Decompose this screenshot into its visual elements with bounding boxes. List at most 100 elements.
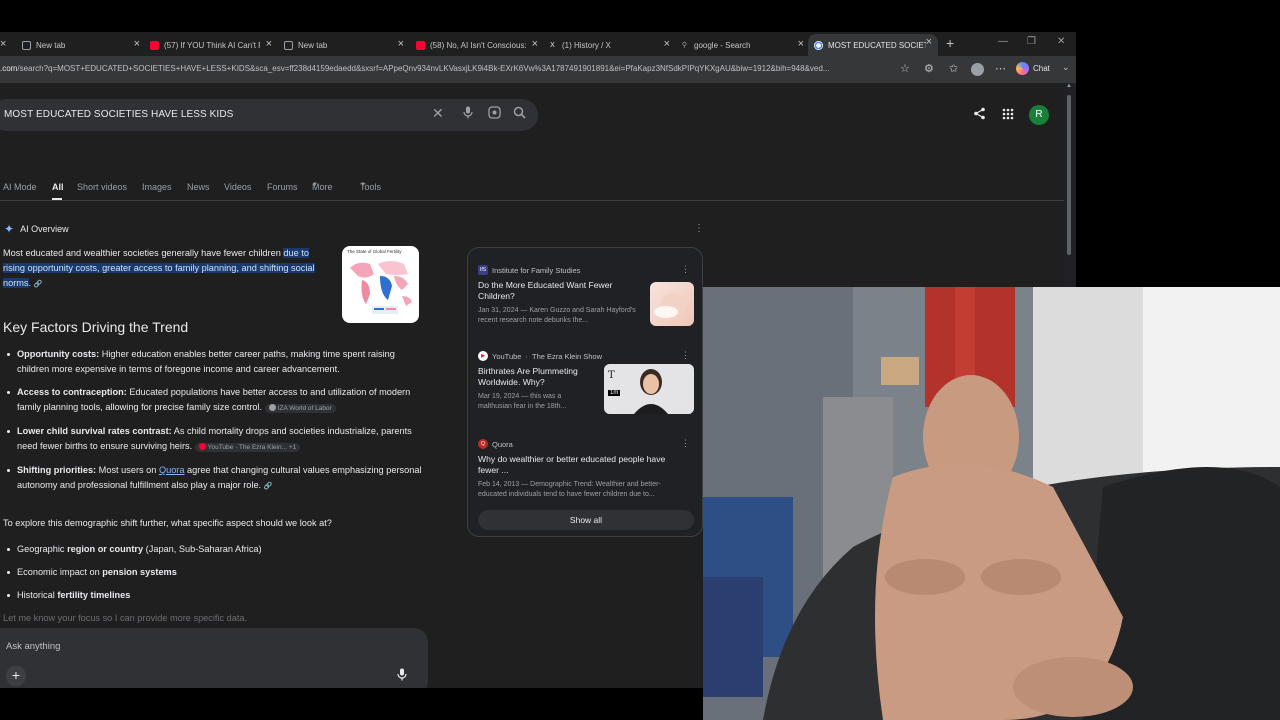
- youtube-icon: [150, 40, 159, 50]
- tab-all[interactable]: All: [52, 182, 64, 192]
- baby-photo-thumbnail: [650, 282, 694, 326]
- search-input[interactable]: MOST EDUCATED SOCIETIES HAVE LESS KIDS ✕: [0, 99, 538, 131]
- tab-close-icon[interactable]: ×: [398, 38, 404, 50]
- tab-ai-mode[interactable]: AI Mode: [3, 182, 37, 192]
- item-bold: region or country: [67, 544, 144, 554]
- x-logo-icon: X: [550, 41, 555, 49]
- tab-forums[interactable]: Forums: [267, 182, 298, 192]
- bullet-bold: Access to contraception:: [17, 387, 127, 397]
- ai-overview-header: ✦ AI Overview: [4, 222, 69, 236]
- microphone-icon[interactable]: [463, 106, 473, 122]
- sparkle-icon: ✦: [4, 222, 15, 236]
- faded-followup-text: Let me know your focus so I can provide …: [3, 613, 248, 623]
- scroll-up-icon[interactable]: ▲: [1066, 83, 1072, 89]
- more-options-icon[interactable]: ⋮: [694, 223, 704, 234]
- ai-overview-intro: Most educated and wealthier societies ge…: [3, 246, 328, 292]
- tab-short-videos[interactable]: Short videos: [77, 182, 127, 192]
- tab-active-search[interactable]: MOST EDUCATED SOCIETIE ×: [808, 34, 938, 56]
- youtube-icon: ▶: [478, 351, 488, 361]
- bullet-text: Most users on: [96, 465, 159, 475]
- ask-anything-input[interactable]: Ask anything +: [0, 628, 428, 688]
- tab-close-icon[interactable]: ×: [532, 38, 538, 50]
- list-item: Access to contraception: Educated popula…: [3, 385, 423, 416]
- tab-close-icon[interactable]: ×: [798, 38, 804, 50]
- source-card[interactable]: Q Quora ⋮ Why do wealthier or better educ…: [478, 438, 694, 502]
- tab-new-tab-1[interactable]: × New tab ×: [0, 36, 140, 54]
- more-options-icon[interactable]: ⋮: [681, 264, 690, 275]
- tab-close-icon[interactable]: ×: [134, 38, 140, 50]
- share-icon[interactable]: [973, 107, 986, 123]
- bullet-bold: Opportunity costs:: [17, 349, 100, 359]
- search-icon[interactable]: [513, 106, 526, 122]
- search-query-text: MOST EDUCATED SOCIETIES HAVE LESS KIDS: [4, 109, 234, 120]
- list-item: Economic impact on pension systems: [3, 565, 423, 580]
- key-factors-heading: Key Factors Driving the Trend: [3, 319, 189, 335]
- tab-close-icon[interactable]: ×: [664, 38, 670, 50]
- bullet-bold: Shifting priorities:: [17, 465, 97, 475]
- source-chip[interactable]: IZA World of Labor: [264, 404, 336, 413]
- link-icon[interactable]: 🔗: [264, 483, 273, 490]
- separator: ·: [525, 351, 528, 361]
- intro-period: .: [28, 278, 32, 288]
- avatar[interactable]: R: [1029, 105, 1049, 125]
- source-site: ▶ YouTube · The Ezra Klein Show: [478, 350, 694, 362]
- source-title: Why do wealthier or better educated peop…: [478, 454, 666, 475]
- chevron-down-icon[interactable]: ⌄: [1062, 62, 1070, 73]
- tab-close-icon[interactable]: ×: [0, 38, 6, 50]
- chat-button[interactable]: Chat: [1016, 62, 1050, 75]
- source-title: Do the More Educated Want Fewer Children…: [478, 280, 613, 301]
- scroll-thumb[interactable]: [1067, 95, 1071, 255]
- address-bar[interactable]: .com/search?q=MOST+EDUCATED+SOCIETIES+HA…: [0, 59, 920, 79]
- tab-youtube-1[interactable]: (57) If YOU Think AI Can't R ×: [150, 36, 272, 54]
- close-window-icon[interactable]: ✕: [1057, 36, 1065, 47]
- tab-videos[interactable]: Videos: [224, 182, 251, 192]
- maximize-icon[interactable]: ❐: [1027, 36, 1036, 47]
- tab-youtube-2[interactable]: (58) No, AI Isn't Conscious: F ×: [416, 36, 538, 54]
- minimize-icon[interactable]: —: [998, 36, 1008, 47]
- chat-label: Chat: [1033, 64, 1050, 73]
- tab-bar: × New tab × (57) If YOU Think AI Can't R…: [0, 32, 1076, 56]
- explore-options-list: Geographic region or country (Japan, Sub…: [3, 542, 423, 611]
- more-options-icon[interactable]: ⋮: [681, 350, 690, 361]
- tab-new-tab-2[interactable]: New tab ×: [284, 36, 404, 54]
- microphone-icon[interactable]: [397, 668, 407, 684]
- add-attachment-button[interactable]: +: [6, 666, 26, 686]
- lens-camera-icon[interactable]: [488, 106, 501, 122]
- source-card[interactable]: ▶ YouTube · The Ezra Klein Show ⋮ Birthrate…: [478, 350, 694, 430]
- apps-grid-icon[interactable]: [1002, 107, 1014, 123]
- key-factors-list: Opportunity costs: Higher education enab…: [3, 347, 423, 502]
- more-options-icon[interactable]: ⋮: [681, 438, 690, 449]
- tab-title: google - Search: [694, 40, 751, 50]
- source-chip[interactable]: YouTube · The Ezra Klein... +1: [194, 443, 301, 452]
- source-card[interactable]: IfS Institute for Family Studies ⋮ Do the…: [478, 264, 694, 344]
- intro-text: Most educated and wealthier societies ge…: [3, 248, 284, 258]
- quora-link[interactable]: Quora: [159, 465, 185, 475]
- tab-news[interactable]: News: [187, 182, 210, 192]
- more-menu-icon[interactable]: ⋯: [995, 62, 1006, 75]
- iza-icon: [268, 404, 276, 411]
- item-bold: fertility timelines: [57, 590, 131, 600]
- svg-text:T: T: [608, 370, 615, 381]
- source-site: Q Quora: [478, 438, 694, 450]
- tab-title: (1) History / X: [562, 40, 611, 50]
- ai-overview-title: AI Overview: [20, 224, 69, 234]
- show-all-button[interactable]: Show all: [478, 510, 694, 530]
- caret-down-icon: ▼: [312, 182, 318, 188]
- favorites-icon[interactable]: ✩: [949, 62, 958, 75]
- youtube-icon: [198, 443, 206, 450]
- tab-google-search[interactable]: ⚲ google - Search ×: [680, 36, 804, 54]
- tab-close-icon[interactable]: ×: [926, 36, 932, 48]
- clear-icon[interactable]: ✕: [432, 105, 444, 122]
- tab-x-history[interactable]: X (1) History / X ×: [548, 36, 670, 54]
- fertility-map-thumbnail[interactable]: The State of Global Fertility: [342, 246, 419, 323]
- tab-close-icon[interactable]: ×: [266, 38, 272, 50]
- source-channel: The Ezra Klein Show: [531, 351, 603, 361]
- tab-images[interactable]: Images: [142, 182, 172, 192]
- video-thumbnail[interactable]: T 1m: [604, 364, 694, 414]
- new-tab-plus-icon[interactable]: +: [946, 35, 954, 51]
- link-icon[interactable]: 🔗: [34, 281, 43, 288]
- nav-divider: [0, 200, 1064, 201]
- extensions-icon[interactable]: ⚙: [924, 62, 934, 75]
- bookmark-star-icon[interactable]: ☆: [900, 62, 910, 75]
- profile-icon[interactable]: [971, 63, 984, 76]
